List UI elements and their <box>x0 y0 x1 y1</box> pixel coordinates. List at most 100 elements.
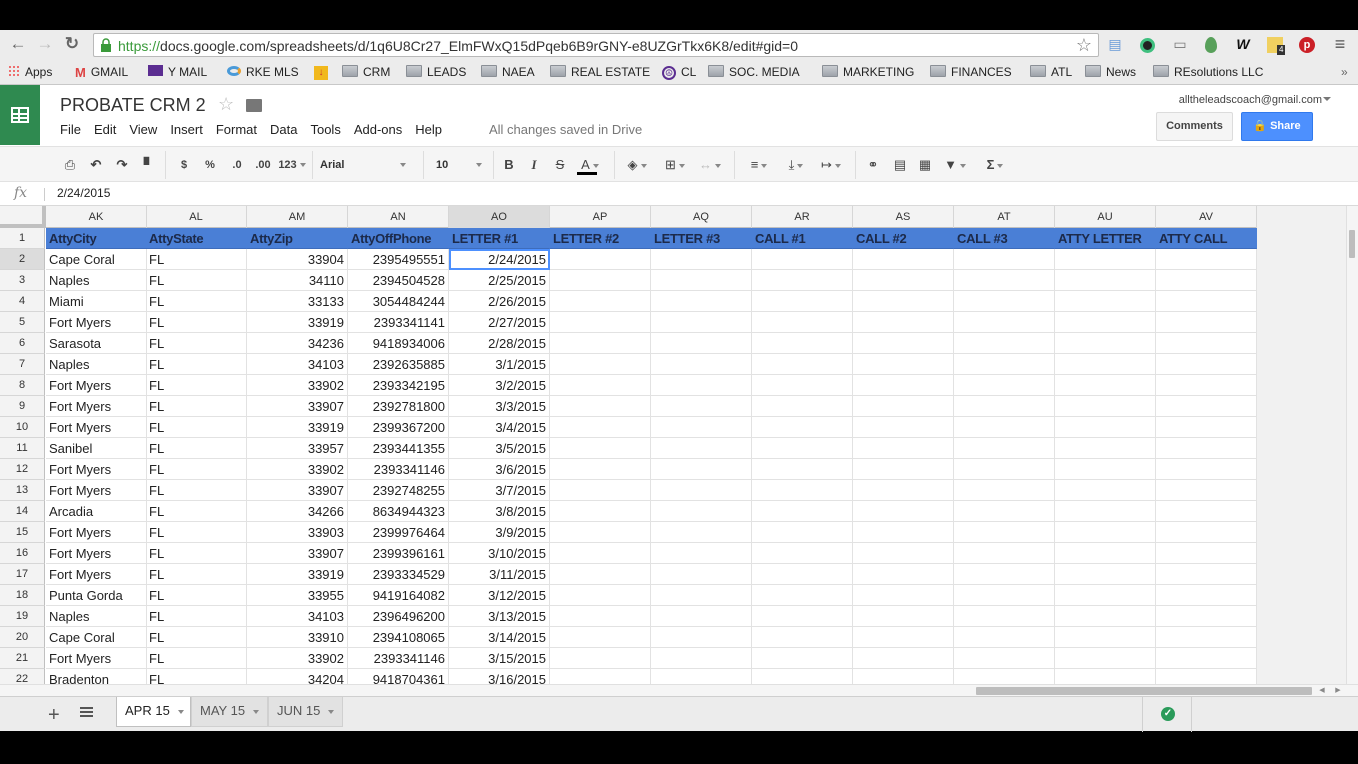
grid-cell[interactable] <box>853 375 954 396</box>
grid-cell[interactable] <box>1156 459 1257 480</box>
grid-cell[interactable]: Naples <box>46 270 147 291</box>
grid-cell[interactable]: 3/9/2015 <box>449 522 550 543</box>
grid-cell[interactable] <box>954 606 1055 627</box>
text-wrap-button[interactable]: ↦ <box>815 155 847 175</box>
row-header[interactable]: 14 <box>0 501 45 522</box>
vertical-scroll-thumb[interactable] <box>1349 230 1355 258</box>
menu-tools[interactable]: Tools <box>310 122 346 137</box>
grid-cell[interactable]: 2393441355 <box>348 438 449 459</box>
grid-cell[interactable] <box>651 648 752 669</box>
borders-button[interactable]: ⊞ <box>660 155 690 175</box>
column-header-am[interactable]: AM <box>247 206 348 228</box>
bookmark-item[interactable]: RKE MLS <box>227 64 299 80</box>
horizontal-scrollbar[interactable]: ◀ ▶ <box>0 684 1358 696</box>
grid-cell[interactable]: FL <box>146 501 247 522</box>
grid-cell[interactable] <box>752 354 853 375</box>
sheet-tab-may-15[interactable]: MAY 15 <box>191 697 268 727</box>
row-header[interactable]: 6 <box>0 333 45 354</box>
grid-cell[interactable] <box>752 312 853 333</box>
row-header[interactable]: 20 <box>0 627 45 648</box>
grid-cell[interactable]: FL <box>146 606 247 627</box>
grid-cell[interactable]: 3/11/2015 <box>449 564 550 585</box>
grid-cell[interactable] <box>1156 270 1257 291</box>
grid-cell[interactable] <box>954 564 1055 585</box>
grid-cell[interactable] <box>651 543 752 564</box>
grid-cell[interactable] <box>954 312 1055 333</box>
grid-cell[interactable] <box>1156 564 1257 585</box>
share-button[interactable]: 🔒 Share <box>1241 112 1313 141</box>
grid-cell[interactable]: 2399976464 <box>348 522 449 543</box>
all-sheets-list-icon[interactable] <box>80 707 93 719</box>
back-arrow-icon[interactable]: ← <box>8 34 28 54</box>
grid-cell[interactable]: FL <box>146 333 247 354</box>
bookmark-item[interactable]: LEADS <box>406 64 466 80</box>
insert-comment-icon[interactable]: ▤ <box>890 155 910 175</box>
grid-cell[interactable] <box>853 270 954 291</box>
menu-addons[interactable]: Add-ons <box>354 122 408 137</box>
grid-cell[interactable] <box>651 480 752 501</box>
grid-cell[interactable] <box>1156 501 1257 522</box>
grid-cell[interactable]: 2393341141 <box>348 312 449 333</box>
bookmark-item[interactable]: M GMAIL <box>75 64 128 80</box>
grid-cell[interactable] <box>550 564 651 585</box>
grid-cell[interactable]: Punta Gorda <box>46 585 147 606</box>
row-header[interactable]: 4 <box>0 291 45 312</box>
header-cell[interactable]: LETTER #2 <box>550 228 651 249</box>
grid-cell[interactable] <box>853 333 954 354</box>
grid-cell[interactable] <box>954 543 1055 564</box>
grid-cell[interactable] <box>651 438 752 459</box>
grid-cell[interactable]: 2393342195 <box>348 375 449 396</box>
forward-arrow-icon[interactable]: → <box>35 34 55 54</box>
bookmark-item[interactable]: News <box>1085 64 1136 80</box>
caret-down-icon[interactable] <box>177 709 184 714</box>
grid-cell[interactable] <box>853 354 954 375</box>
grid-cell[interactable] <box>651 585 752 606</box>
grid-cell[interactable]: Fort Myers <box>46 522 147 543</box>
grid-cell[interactable] <box>550 459 651 480</box>
grid-cell[interactable]: 33902 <box>247 459 348 480</box>
grid-cell[interactable] <box>550 501 651 522</box>
grid-cell[interactable]: 33910 <box>247 627 348 648</box>
grid-cell[interactable] <box>1156 606 1257 627</box>
grid-cell[interactable] <box>1156 585 1257 606</box>
more-formats-button[interactable]: 123 <box>277 155 307 175</box>
menu-view[interactable]: View <box>129 122 163 137</box>
document-title[interactable]: PROBATE CRM 2 <box>60 95 206 116</box>
grid-cell[interactable]: 2/27/2015 <box>449 312 550 333</box>
grid-cell[interactable] <box>853 417 954 438</box>
bookmark-item[interactable]: ☮ CL <box>662 64 696 80</box>
insert-chart-icon[interactable]: ▦ <box>915 155 935 175</box>
grid-cell[interactable] <box>1055 249 1156 270</box>
bold-button[interactable]: B <box>501 155 517 175</box>
sync-status[interactable]: ✓ <box>1142 697 1192 732</box>
grid-cell[interactable]: 3/3/2015 <box>449 396 550 417</box>
grid-cell[interactable] <box>1156 312 1257 333</box>
grid-cell[interactable]: 3/7/2015 <box>449 480 550 501</box>
grid-cell[interactable] <box>651 606 752 627</box>
grid-cell[interactable] <box>550 606 651 627</box>
grid-cell[interactable] <box>651 333 752 354</box>
grid-cell[interactable]: 33907 <box>247 480 348 501</box>
grid-cell[interactable]: 2396496200 <box>348 606 449 627</box>
grid-cell[interactable]: 33907 <box>247 396 348 417</box>
header-cell[interactable]: AttyOffPhone <box>348 228 449 249</box>
grid-cell[interactable]: 2/28/2015 <box>449 333 550 354</box>
grid-cell[interactable]: 3/2/2015 <box>449 375 550 396</box>
grid-cell[interactable] <box>954 249 1055 270</box>
grid-cell[interactable] <box>1055 522 1156 543</box>
grid-cell[interactable]: Naples <box>46 354 147 375</box>
cast-icon[interactable]: ▭ <box>1170 34 1190 54</box>
sheets-logo[interactable] <box>0 85 40 145</box>
row-header[interactable]: 2 <box>0 249 45 270</box>
grid-cell[interactable] <box>954 417 1055 438</box>
font-family-select[interactable]: Arial <box>320 155 412 175</box>
decrease-decimals-button[interactable]: .0 <box>226 155 248 175</box>
grid-cell[interactable]: 8634944323 <box>348 501 449 522</box>
grid-cell[interactable] <box>954 375 1055 396</box>
row-header[interactable]: 21 <box>0 648 45 669</box>
vertical-scrollbar[interactable] <box>1346 206 1358 686</box>
merge-cells-button[interactable]: ↔ <box>695 155 725 175</box>
grid-cell[interactable]: FL <box>146 438 247 459</box>
grid-cell[interactable] <box>954 522 1055 543</box>
grid-cell[interactable]: 33955 <box>247 585 348 606</box>
